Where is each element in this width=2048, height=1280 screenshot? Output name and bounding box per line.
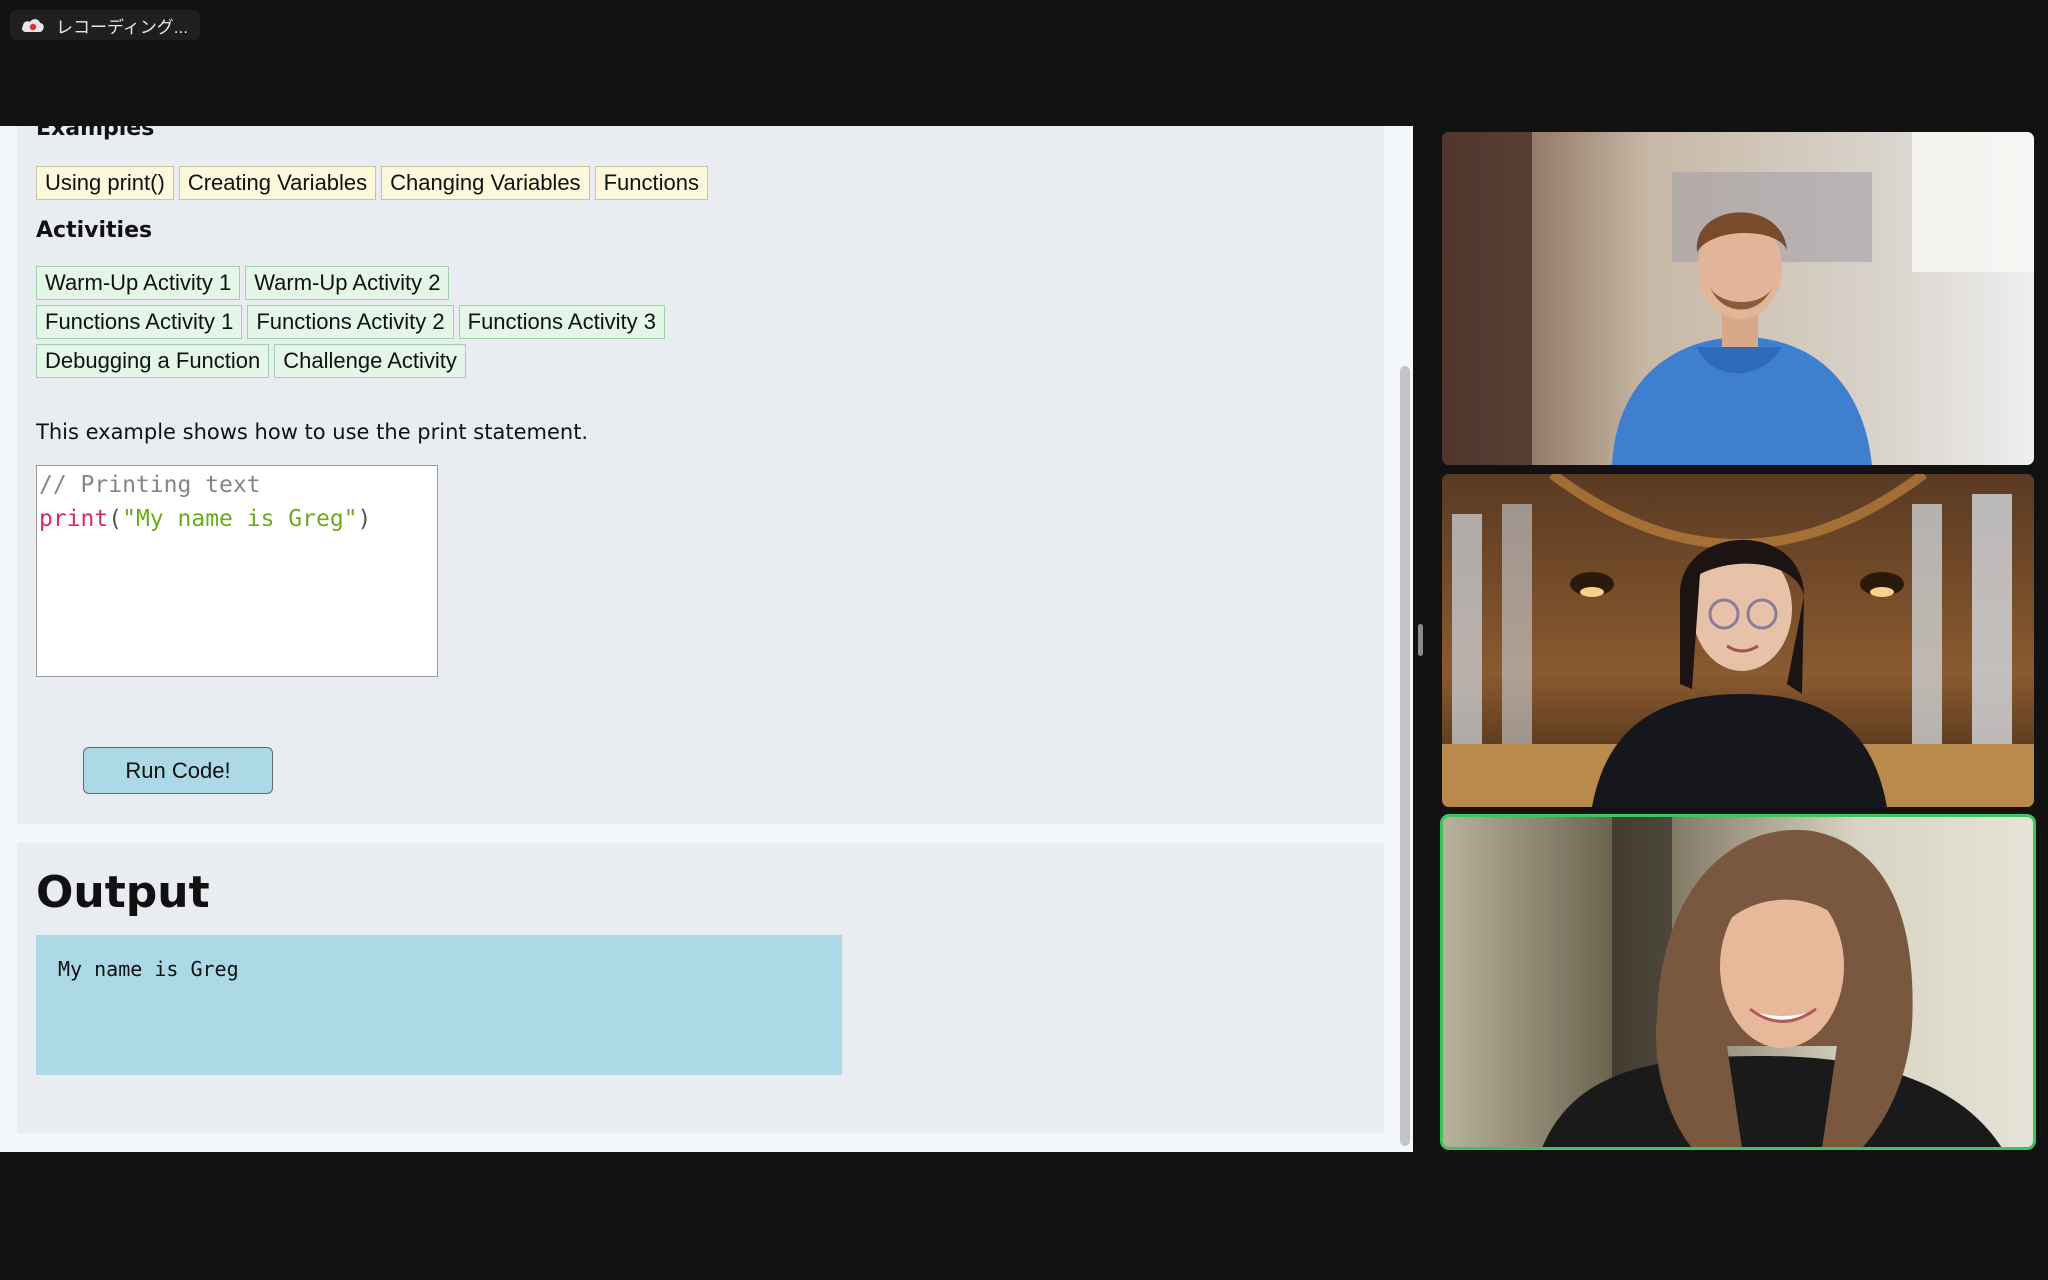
code-comment: // Printing text	[39, 472, 261, 498]
output-console: My name is Greg	[36, 935, 842, 1075]
example-description: This example shows how to use the print …	[36, 420, 589, 444]
activity-chip[interactable]: Challenge Activity	[274, 344, 466, 378]
example-chip[interactable]: Using print()	[36, 166, 174, 200]
video-tile-participant-3[interactable]	[1440, 814, 2036, 1150]
video-tile-participant-2[interactable]	[1442, 474, 2034, 807]
activities-heading: Activities	[36, 218, 153, 243]
output-heading: Output	[36, 867, 210, 918]
activity-chip[interactable]: Warm-Up Activity 2	[245, 266, 450, 300]
output-panel: Output My name is Greg	[17, 843, 1384, 1133]
code-close-paren: )	[357, 506, 372, 532]
activity-chip[interactable]: Debugging a Function	[36, 344, 270, 378]
run-code-button[interactable]: Run Code!	[83, 747, 273, 794]
lesson-panel: Examples Using print() Creating Variable…	[17, 126, 1384, 824]
examples-heading: Examples	[36, 126, 155, 141]
example-chip[interactable]: Functions	[594, 166, 708, 200]
recording-indicator[interactable]: レコーディング...	[10, 10, 200, 40]
code-string: "My name is Greg"	[122, 506, 358, 532]
recording-label: レコーディング...	[56, 17, 188, 37]
code-keyword: print	[39, 506, 109, 532]
participant-video	[1442, 132, 2034, 465]
activity-chip[interactable]: Functions Activity 1	[36, 305, 243, 339]
participant-video	[1442, 816, 2034, 1148]
activities-chip-row: Warm-Up Activity 1 Warm-Up Activity 2	[36, 266, 450, 300]
examples-chip-row: Using print() Creating Variables Changin…	[36, 166, 708, 200]
activities-chip-row: Functions Activity 1 Functions Activity …	[36, 305, 665, 339]
participant-video	[1442, 474, 2034, 807]
activity-chip[interactable]: Functions Activity 3	[458, 305, 665, 339]
example-chip[interactable]: Changing Variables	[381, 166, 590, 200]
code-open-paren: (	[108, 506, 123, 532]
code-editor[interactable]: // Printing text print("My name is Greg"…	[36, 465, 438, 677]
panel-resize-handle[interactable]	[1418, 624, 1423, 656]
page-scrollbar[interactable]	[1400, 366, 1410, 1146]
cloud-recording-icon	[22, 19, 44, 32]
activity-chip[interactable]: Warm-Up Activity 1	[36, 266, 241, 300]
activity-chip[interactable]: Functions Activity 2	[247, 305, 454, 339]
shared-screen: Examples Using print() Creating Variable…	[0, 126, 1413, 1152]
example-chip[interactable]: Creating Variables	[178, 166, 377, 200]
activities-chip-row: Debugging a Function Challenge Activity	[36, 344, 466, 378]
output-text: My name is Greg	[58, 957, 239, 981]
video-tile-participant-1[interactable]	[1442, 132, 2034, 465]
